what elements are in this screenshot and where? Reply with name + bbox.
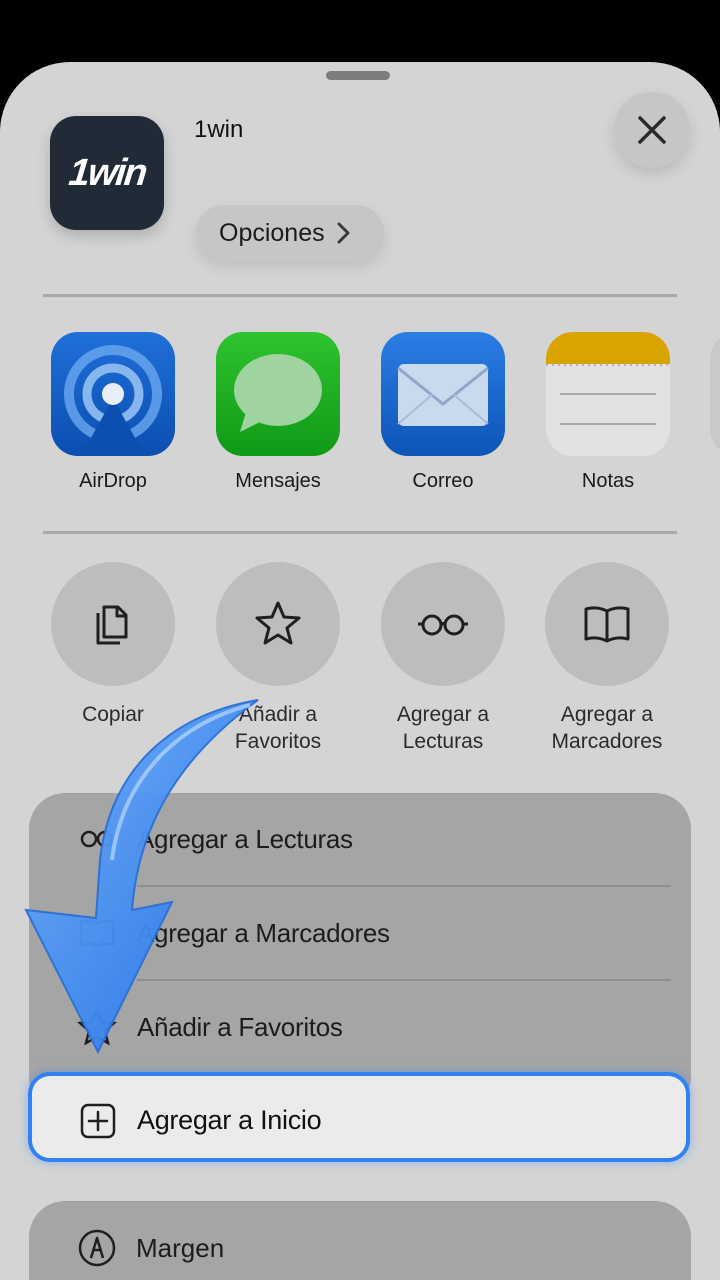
action-label-line1: Agregar a [396,703,490,726]
action-label-line2: Marcadores [551,730,663,753]
list-item-bookmarks[interactable]: Agregar a Marcadores [29,887,691,979]
action-copy[interactable]: Copiar [43,562,183,728]
airdrop-icon [51,332,175,456]
star-icon [77,1007,117,1046]
share-app-notes[interactable]: Notas [543,332,673,493]
share-app-label: Correo [412,470,474,492]
action-label: Agregar a Lecturas [373,701,513,755]
options-button[interactable]: Opciones [196,205,384,261]
plus-square-icon [80,1103,116,1139]
action-add-favorites[interactable]: Añadir a Favoritos [208,562,348,755]
action-label: Copiar [43,701,183,728]
close-button[interactable] [614,92,690,168]
share-app-label: Mensajes [235,470,321,492]
list-item-label: Agregar a Marcadores [137,917,390,948]
app-icon-text: 1win [66,151,148,194]
app-icon: 1win [50,116,164,230]
copy-icon [96,605,128,645]
list-item-label: Agregar a Lecturas [137,823,353,854]
share-app-messages[interactable]: Mensajes [213,332,343,493]
bookmarks-circle [545,562,669,686]
share-app-more[interactable] [710,332,720,456]
share-app-airdrop[interactable]: AirDrop [48,332,178,493]
sheet-grabber[interactable] [326,71,390,80]
favorites-circle [216,562,340,686]
markup-pen-icon [78,1229,116,1267]
action-add-bookmarks[interactable]: Agregar a Marcadores [537,562,677,755]
list-item-label: Añadir a Favoritos [137,1011,343,1042]
options-label: Opciones [219,218,325,247]
action-add-reading-list[interactable]: Agregar a Lecturas [373,562,513,755]
notes-icon [546,332,670,456]
chevron-right-icon [337,222,350,244]
app-name: 1win [194,116,244,143]
action-label-line1: Añadir a [238,703,318,726]
divider [43,294,677,297]
divider [43,531,677,534]
messages-icon [216,332,340,456]
share-app-label: Notas [581,470,635,492]
glasses-icon [80,830,114,848]
markup-card: Margen [29,1201,691,1280]
action-label-line1: Copiar [82,703,144,726]
action-label-line2: Lecturas [402,730,484,753]
share-app-mail[interactable]: Correo [378,332,508,493]
action-label-line1: Agregar a [560,703,654,726]
star-icon [255,601,301,645]
list-item-label: Margen [136,1233,225,1263]
reading-circle [381,562,505,686]
copy-circle [51,562,175,686]
list-item-add-to-home[interactable]: Agregar a Inicio [28,1072,690,1162]
actions-list-card: Agregar a Lecturas Agregar a Marcadores … [29,793,691,1113]
action-label-line2: Favoritos [234,730,322,753]
list-item-reading-list[interactable]: Agregar a Lecturas [29,793,691,885]
close-icon [638,116,666,144]
action-label: Añadir a Favoritos [208,701,348,755]
action-label: Agregar a Marcadores [537,701,677,755]
share-app-label: AirDrop [79,470,147,492]
list-item-label: Agregar a Inicio [137,1105,322,1135]
mail-icon [381,332,505,456]
glasses-icon [418,614,468,636]
book-icon [79,919,115,948]
book-icon [584,606,630,643]
list-item-favorites[interactable]: Añadir a Favoritos [29,981,691,1073]
